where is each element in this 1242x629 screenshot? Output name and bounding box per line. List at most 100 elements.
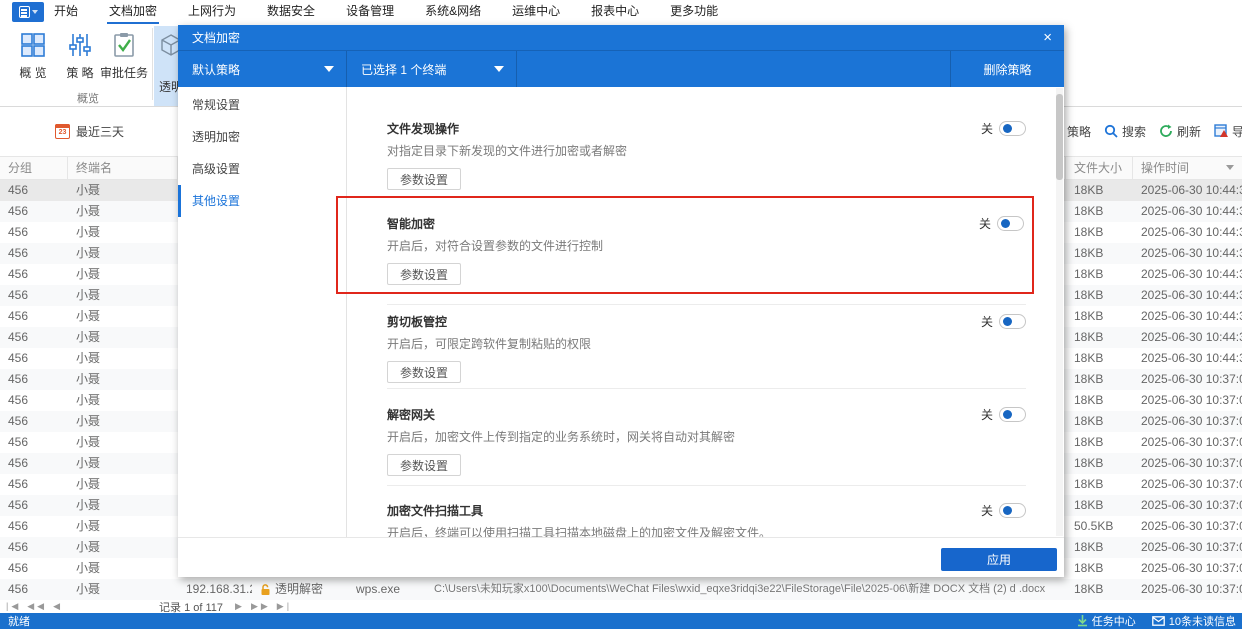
section-description: 开启后，加密文件上传到指定的业务系统时，网关将自动对其解密	[387, 430, 736, 444]
ribbon-button-label: 概 览	[19, 66, 47, 80]
column-header-time[interactable]: 操作时间	[1133, 157, 1242, 179]
cell-group: 456	[8, 582, 29, 596]
toggle-group: 关	[981, 313, 1026, 330]
cell-group: 456	[8, 246, 29, 260]
column-header-size[interactable]: 文件大小	[1066, 157, 1133, 179]
cell-name: 小聂	[76, 456, 101, 470]
section-header: 解密网关 关	[387, 406, 1026, 422]
ribbon-button-overview[interactable]: 概 览	[8, 28, 58, 94]
cell-time: 2025-06-30 10:37:00	[1141, 519, 1242, 533]
pagination-bar: |◀ ◀◀ ◀ 记录 1 of 117 ▶ ▶▶ ▶|	[0, 600, 1242, 614]
cell-time: 2025-06-30 10:44:31	[1141, 225, 1242, 239]
cell-size: 18KB	[1074, 183, 1104, 197]
cell-ip: 192.168.31.27	[186, 582, 252, 596]
dialog-sidebar-item-1[interactable]: 常规设置	[178, 89, 346, 121]
settings-section-2: 智能加密 关开启后，对符合设置参数的文件进行控制 参数设置	[336, 196, 1034, 294]
parameter-settings-button[interactable]: 参数设置	[387, 168, 462, 190]
toggle-switch[interactable]	[999, 313, 1026, 329]
toggle-switch[interactable]	[999, 406, 1026, 422]
toolbar-refresh-button[interactable]: 刷新	[1159, 123, 1201, 140]
menu-item-8[interactable]: 报表中心	[589, 0, 641, 24]
parameter-settings-button[interactable]: 参数设置	[387, 263, 462, 285]
menu-item-5[interactable]: 设备管理	[344, 0, 396, 24]
toggle-group: 关	[981, 120, 1026, 137]
dialog-sidebar-item-4[interactable]: 其他设置	[178, 185, 346, 217]
cell-size: 18KB	[1074, 225, 1104, 239]
task-center-button[interactable]: 任务中心	[1077, 613, 1136, 629]
dialog-sidebar-item-2[interactable]: 透明加密	[178, 121, 346, 153]
page-next-fast-button[interactable]: ▶▶	[251, 601, 271, 612]
cell-time: 2025-06-30 10:37:00	[1141, 393, 1242, 407]
toolbar-label: 导出	[1232, 124, 1242, 139]
scrollbar-thumb[interactable]	[1056, 94, 1063, 180]
table-row[interactable]: 456 小聂 192.168.31.27 透明解密 wps.exe C:\Users\未知…	[0, 579, 1242, 600]
settings-section-4: 解密网关 关开启后，加密文件上传到指定的业务系统时，网关将自动对其解密参数设置	[387, 388, 1026, 485]
cell-group: 456	[8, 351, 29, 365]
cell-name: 小聂	[76, 435, 101, 449]
page-last-button[interactable]: ▶|	[277, 601, 292, 612]
menu-item-7[interactable]: 运维中心	[510, 0, 562, 24]
toggle-switch[interactable]	[997, 215, 1024, 231]
toolbar-export-button[interactable]: 导出	[1214, 123, 1242, 140]
cell-time: 2025-06-30 10:44:31	[1141, 330, 1242, 344]
toggle-switch[interactable]	[999, 502, 1026, 518]
app-window: 开始 文档加密 上网行为 数据安全 设备管理 系统&网络 运维中心 报表中心 更多功能 概 览 …	[0, 0, 1242, 629]
cell-time: 2025-06-30 10:37:00	[1141, 372, 1242, 386]
cell-path: C:\Users\未知玩家x100\Documents\WeChat Files…	[434, 583, 1046, 595]
calendar-icon: 23	[55, 123, 70, 139]
toggle-switch[interactable]	[999, 120, 1026, 136]
dialog-sidebar-item-3[interactable]: 高级设置	[178, 153, 346, 185]
delete-policy-button[interactable]: 删除策略	[950, 51, 1064, 87]
section-header: 文件发现操作 关	[387, 120, 1026, 136]
scrollbar-track[interactable]	[1056, 88, 1063, 536]
terminal-dropdown[interactable]: 已选择 1 个终端	[347, 51, 517, 87]
cell-time: 2025-06-30 10:37:00	[1141, 414, 1242, 428]
parameter-settings-button[interactable]: 参数设置	[387, 454, 462, 476]
settings-section-3: 剪切板管控 关开启后，可限定跨软件复制粘贴的权限 参数设置	[387, 304, 1026, 388]
cell-group: 456	[8, 393, 29, 407]
cell-group: 456	[8, 414, 29, 428]
ribbon-button-approval[interactable]: 审批任务	[99, 28, 149, 94]
cell-size: 50.5KB	[1074, 519, 1114, 533]
menu-item-1[interactable]: 开始	[52, 0, 80, 24]
unread-messages-button[interactable]: 10条未读信息	[1151, 613, 1236, 629]
app-menu-button[interactable]	[12, 2, 44, 22]
ribbon-button-policy[interactable]: 策 略	[55, 28, 105, 94]
close-icon[interactable]: ×	[1043, 30, 1052, 45]
section-header: 智能加密 关	[387, 215, 1024, 231]
cell-group: 456	[8, 498, 29, 512]
column-header-name[interactable]: 终端名	[68, 157, 178, 179]
page-prev-button[interactable]: ◀	[53, 601, 63, 612]
section-header: 加密文件扫描工具 关	[387, 502, 1026, 518]
menu-item-2[interactable]: 文档加密	[107, 0, 160, 24]
cell-group: 456	[8, 267, 29, 281]
grid-icon	[21, 33, 45, 57]
menu-item-6[interactable]: 系统&网络	[423, 0, 483, 24]
settings-section-5: 加密文件扫描工具 关开启后，终端可以使用扫描工具扫描本地磁盘上的加密文件及解密文件…	[387, 485, 1026, 537]
policy-dropdown[interactable]: 默认策略	[178, 51, 347, 87]
toggle-state-label: 关	[980, 407, 993, 422]
ribbon-group-label: 概览	[77, 93, 99, 105]
column-header-group[interactable]: 分组	[0, 157, 68, 179]
search-icon	[1104, 124, 1118, 138]
menu-item-9[interactable]: 更多功能	[668, 0, 720, 24]
section-title: 加密文件扫描工具	[387, 503, 484, 518]
date-filter-button[interactable]: 23 最近三天	[55, 120, 124, 142]
toolbar-search-button[interactable]: 搜索	[1104, 123, 1146, 140]
parameter-settings-button[interactable]: 参数设置	[387, 361, 462, 383]
cell-name: 小聂	[76, 288, 101, 302]
menubar: 开始 文档加密 上网行为 数据安全 设备管理 系统&网络 运维中心 报表中心 更多功能	[0, 0, 1242, 24]
section-title: 剪切板管控	[387, 314, 448, 329]
menu-item-3[interactable]: 上网行为	[186, 0, 238, 24]
menu-item-4[interactable]: 数据安全	[265, 0, 317, 24]
cell-time: 2025-06-30 10:44:31	[1141, 309, 1242, 323]
page-prev-fast-button[interactable]: ◀◀	[27, 601, 47, 612]
ribbon-button-label: 审批任务	[99, 66, 148, 80]
apply-button[interactable]: 应用	[941, 548, 1057, 571]
toggle-state-label: 关	[980, 314, 993, 329]
sort-caret-icon[interactable]	[1226, 165, 1234, 170]
cell-action: 透明解密	[252, 579, 348, 600]
page-next-button[interactable]: ▶	[235, 601, 245, 612]
page-first-button[interactable]: |◀	[6, 601, 21, 612]
ribbon-button-transparent-encrypt[interactable]: 透明加	[154, 26, 178, 106]
